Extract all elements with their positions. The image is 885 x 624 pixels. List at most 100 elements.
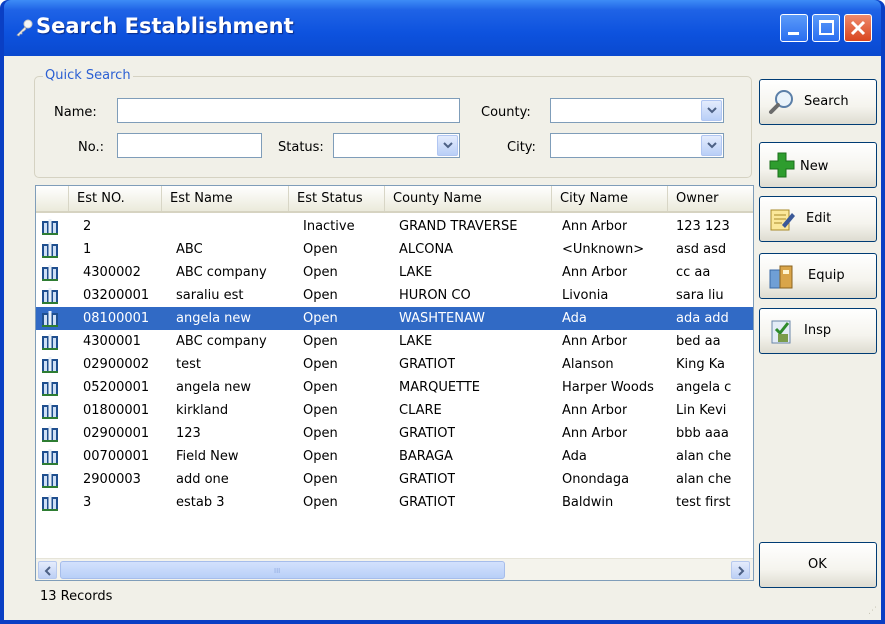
cell-county-name: HURON CO [399, 288, 471, 303]
new-button-label: New [800, 159, 829, 174]
cell-est-status: Open [303, 403, 338, 418]
building-icon [42, 288, 58, 304]
cell-county-name: ALCONA [399, 242, 454, 257]
edit-button[interactable]: Edit [759, 196, 877, 242]
cell-city-name: Harper Woods [562, 380, 654, 395]
county-select[interactable] [550, 98, 724, 123]
column-header-owner[interactable]: Owner [668, 186, 753, 211]
search-button[interactable]: Search [759, 79, 877, 125]
status-dropdown-button[interactable] [437, 135, 458, 156]
cell-city-name: Ann Arbor [562, 219, 628, 234]
scroll-thumb[interactable]: III [60, 561, 505, 579]
cell-est-name: Field New [176, 449, 239, 464]
cell-city-name: Ann Arbor [562, 426, 628, 441]
cell-city-name: Ann Arbor [562, 265, 628, 280]
cell-owner: test first [676, 495, 731, 510]
minimize-button[interactable] [780, 14, 808, 42]
cell-county-name: GRATIOT [399, 357, 456, 372]
cell-county-name: CLARE [399, 403, 442, 418]
scroll-right-button[interactable] [731, 561, 750, 579]
city-dropdown-button[interactable] [701, 135, 722, 156]
title-bar[interactable]: Search Establishment [4, 0, 881, 56]
cell-est-no: 2900003 [83, 472, 141, 487]
magnifier-icon [769, 90, 793, 114]
table-row[interactable]: 4300001 ABC company Open LAKE Ann Arbor bed a… [36, 330, 753, 353]
horizontal-scrollbar[interactable]: III [36, 558, 753, 580]
cell-est-status: Open [303, 311, 338, 326]
column-header-county-name[interactable]: County Name [385, 186, 552, 211]
table-row[interactable]: 01800001 kirkland Open CLARE Ann Arbor Lin Ke… [36, 399, 753, 422]
table-row[interactable]: 08100001 angela new Open WASHTENAW Ada ada ad… [36, 307, 753, 330]
chevron-down-icon [707, 142, 717, 149]
column-header-est-status[interactable]: Est Status [289, 186, 385, 211]
table-row[interactable]: 00700001 Field New Open BARAGA Ada alan che [36, 445, 753, 468]
table-row[interactable]: 05200001 angela new Open MARQUETTE Harper Wo… [36, 376, 753, 399]
column-header-icon[interactable] [36, 186, 69, 211]
resize-grip[interactable]: ⋰ [868, 606, 877, 616]
insp-button[interactable]: Insp [759, 308, 877, 354]
county-dropdown-button[interactable] [701, 100, 722, 121]
scroll-left-button[interactable] [38, 561, 57, 579]
building-icon [42, 357, 58, 373]
table-row[interactable]: 02900001 123 Open GRATIOT Ann Arbor bbb aaa [36, 422, 753, 445]
cell-owner: ada add [676, 311, 729, 326]
cell-est-name: ABC company [176, 265, 267, 280]
cell-est-status: Open [303, 334, 338, 349]
cell-est-status: Open [303, 357, 338, 372]
table-row[interactable]: 4300002 ABC company Open LAKE Ann Arbor cc aa [36, 261, 753, 284]
name-label: Name: [54, 105, 97, 120]
table-row[interactable]: 1 ABC Open ALCONA <Unknown> asd asd [36, 238, 753, 261]
table-row[interactable]: 2 Inactive GRAND TRAVERSE Ann Arbor 123 123 [36, 215, 753, 238]
ok-button[interactable]: OK [759, 542, 877, 588]
cell-est-no: 03200001 [83, 288, 150, 303]
cell-city-name: Onondaga [562, 472, 630, 487]
table-row[interactable]: 2900003 add one Open GRATIOT Onondaga alan ch… [36, 468, 753, 491]
building-icon [42, 311, 58, 327]
building-icon [42, 472, 58, 488]
status-label: Status: [278, 140, 324, 155]
column-header-est-no[interactable]: Est NO. [69, 186, 162, 211]
cell-est-name: angela new [176, 311, 252, 326]
maximize-button[interactable] [812, 14, 840, 42]
key-icon [16, 19, 33, 37]
table-row[interactable]: 03200001 saraliu est Open HURON CO Livonia sa… [36, 284, 753, 307]
cell-est-no: 08100001 [83, 311, 150, 326]
equip-button[interactable]: Equip [759, 253, 877, 299]
cell-est-status: Open [303, 472, 338, 487]
chevron-right-icon [738, 566, 745, 576]
cell-county-name: GRATIOT [399, 495, 456, 510]
establishment-grid[interactable]: Est NO. Est Name Est Status County Name … [35, 185, 754, 581]
cell-county-name: WASHTENAW [399, 311, 485, 326]
cell-est-status: Open [303, 242, 338, 257]
cell-city-name: <Unknown> [562, 242, 645, 257]
quick-search-legend: Quick Search [43, 68, 133, 83]
close-button[interactable] [844, 14, 872, 42]
city-select[interactable] [550, 133, 724, 158]
column-header-est-name[interactable]: Est Name [162, 186, 289, 211]
chevron-down-icon [707, 107, 717, 114]
no-input[interactable] [117, 133, 262, 158]
window-title: Search Establishment [36, 14, 294, 38]
table-row[interactable]: 02900002 test Open GRATIOT Alanson King Ka [36, 353, 753, 376]
building-icon [42, 495, 58, 511]
scroll-grip: III [274, 567, 281, 575]
table-row[interactable]: 3 estab 3 Open GRATIOT Baldwin test first [36, 491, 753, 514]
cell-city-name: Ada [562, 311, 587, 326]
building-icon [42, 403, 58, 419]
cell-est-status: Open [303, 449, 338, 464]
status-select[interactable] [333, 133, 460, 158]
name-input[interactable] [117, 98, 460, 123]
ok-button-label: OK [808, 557, 827, 572]
dialog-body: Quick Search Name: County: No.: Status: … [4, 56, 881, 620]
equipment-icon [769, 265, 793, 289]
cell-est-status: Open [303, 495, 338, 510]
grid-header: Est NO. Est Name Est Status County Name … [36, 186, 753, 213]
cell-est-name: ABC company [176, 334, 267, 349]
column-header-city-name[interactable]: City Name [552, 186, 668, 211]
cell-city-name: Ada [562, 449, 587, 464]
building-icon [42, 380, 58, 396]
cell-owner: alan che [676, 449, 732, 464]
building-icon [42, 426, 58, 442]
new-button[interactable]: New [759, 142, 877, 188]
cell-county-name: GRATIOT [399, 472, 456, 487]
